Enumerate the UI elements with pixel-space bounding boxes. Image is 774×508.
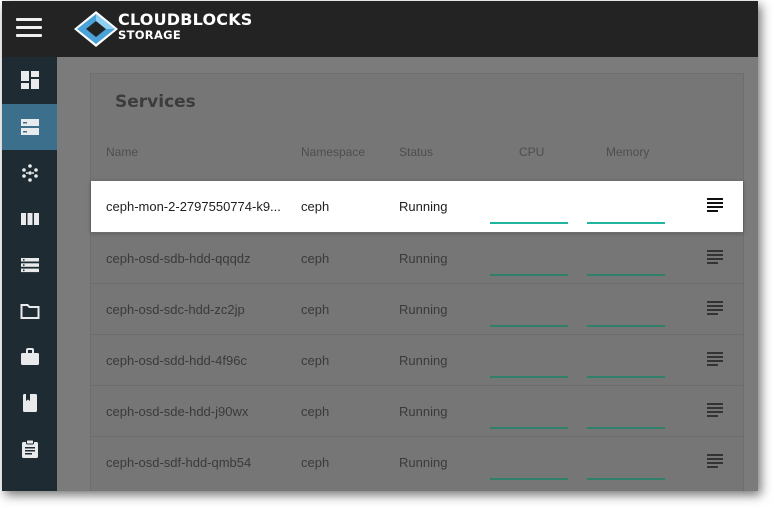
cpu-sparkline: [490, 325, 568, 327]
service-name: ceph-osd-sde-hdd-j90wx: [106, 404, 249, 419]
service-namespace: ceph: [301, 302, 330, 317]
column-header-name[interactable]: Name: [106, 145, 138, 159]
cpu-sparkline: [490, 376, 568, 378]
cpu-sparkline: [490, 274, 568, 276]
service-status: Running: [399, 251, 448, 266]
service-namespace: ceph: [301, 251, 330, 266]
dashboard-icon: [20, 71, 39, 89]
table-row[interactable]: ceph-osd-sdf-hdd-qmb54 ceph Running: [91, 436, 743, 488]
top-bar: CLOUDBLOCKS STORAGE: [2, 1, 758, 57]
table-row[interactable]: ceph-osd-sdc-hdd-zc2jp ceph Running: [91, 283, 743, 335]
memory-sparkline: [587, 478, 665, 480]
service-name: ceph-osd-sdd-hdd-4f96c: [106, 353, 247, 368]
service-status: Running: [399, 404, 448, 419]
briefcase-icon: [20, 348, 39, 365]
row-menu-icon[interactable]: [707, 301, 723, 315]
columns-icon: [20, 213, 39, 225]
app-window: CLOUDBLOCKS STORAGE Services Name Namesp…: [2, 1, 758, 491]
row-menu-icon[interactable]: [707, 250, 723, 264]
memory-sparkline: [587, 325, 665, 327]
page-title: Services: [115, 92, 196, 112]
service-namespace: ceph: [301, 353, 330, 368]
sidebar-item-briefcase[interactable]: [2, 334, 57, 380]
service-name: ceph-osd-sdc-hdd-zc2jp: [106, 302, 245, 317]
services-card: Services Name Namespace Status CPU Memor…: [90, 73, 744, 491]
table-row[interactable]: ceph-osd-sdd-hdd-4f96c ceph Running: [91, 334, 743, 386]
service-name: ceph-mon-2-2797550774-k9...: [106, 199, 281, 214]
cpu-sparkline: [490, 478, 568, 480]
brand-line1: CLOUDBLOCKS: [118, 10, 253, 29]
service-namespace: ceph: [301, 199, 330, 214]
table-row[interactable]: ceph-osd-sdb-hdd-qqqdz ceph Running: [91, 232, 743, 284]
column-header-cpu[interactable]: CPU: [519, 145, 544, 159]
row-menu-icon[interactable]: [707, 454, 723, 468]
table-row[interactable]: ceph-mon-2-2797550774-k9... ceph Running: [91, 181, 743, 232]
memory-sparkline: [587, 274, 665, 276]
folder-icon: [20, 304, 39, 319]
row-menu-icon[interactable]: [707, 352, 723, 366]
main-content: Services Name Namespace Status CPU Memor…: [57, 57, 758, 491]
service-namespace: ceph: [301, 455, 330, 470]
row-menu-icon[interactable]: [707, 403, 723, 417]
sidebar-item-dashboard[interactable]: [2, 57, 57, 103]
brand-name: CLOUDBLOCKS STORAGE: [118, 10, 253, 43]
cluster-nodes-icon: [21, 164, 38, 182]
sidebar-item-list[interactable]: [2, 242, 57, 288]
service-status: Running: [399, 455, 448, 470]
memory-sparkline: [587, 427, 665, 429]
service-namespace: ceph: [301, 404, 330, 419]
cpu-sparkline: [490, 222, 568, 224]
clipboard-icon: [21, 439, 38, 458]
cloudblocks-logo-icon: [74, 11, 118, 47]
book-icon: [22, 394, 37, 412]
sidebar-item-columns[interactable]: [2, 196, 57, 242]
memory-sparkline: [587, 222, 665, 224]
column-header-memory[interactable]: Memory: [606, 145, 649, 159]
sidebar-item-clipboard[interactable]: [2, 426, 57, 472]
brand-line2: STORAGE: [118, 28, 182, 42]
memory-sparkline: [587, 376, 665, 378]
sidebar-item-folder[interactable]: [2, 288, 57, 334]
column-header-namespace[interactable]: Namespace: [301, 145, 365, 159]
row-menu-icon[interactable]: [707, 198, 723, 212]
service-name: ceph-osd-sdf-hdd-qmb54: [106, 455, 252, 470]
service-status: Running: [399, 199, 448, 214]
sidebar: [2, 57, 57, 491]
service-status: Running: [399, 302, 448, 317]
sidebar-item-storage[interactable]: [2, 104, 57, 150]
sidebar-item-cluster[interactable]: [2, 150, 57, 196]
service-status: Running: [399, 353, 448, 368]
hamburger-menu-icon[interactable]: [16, 18, 42, 38]
list-icon: [20, 258, 39, 273]
storage-server-icon: [20, 119, 39, 135]
sidebar-item-book[interactable]: [2, 380, 57, 426]
table-row[interactable]: ceph-osd-sde-hdd-j90wx ceph Running: [91, 385, 743, 437]
cpu-sparkline: [490, 427, 568, 429]
service-name: ceph-osd-sdb-hdd-qqqdz: [106, 251, 251, 266]
column-header-status[interactable]: Status: [399, 145, 433, 159]
